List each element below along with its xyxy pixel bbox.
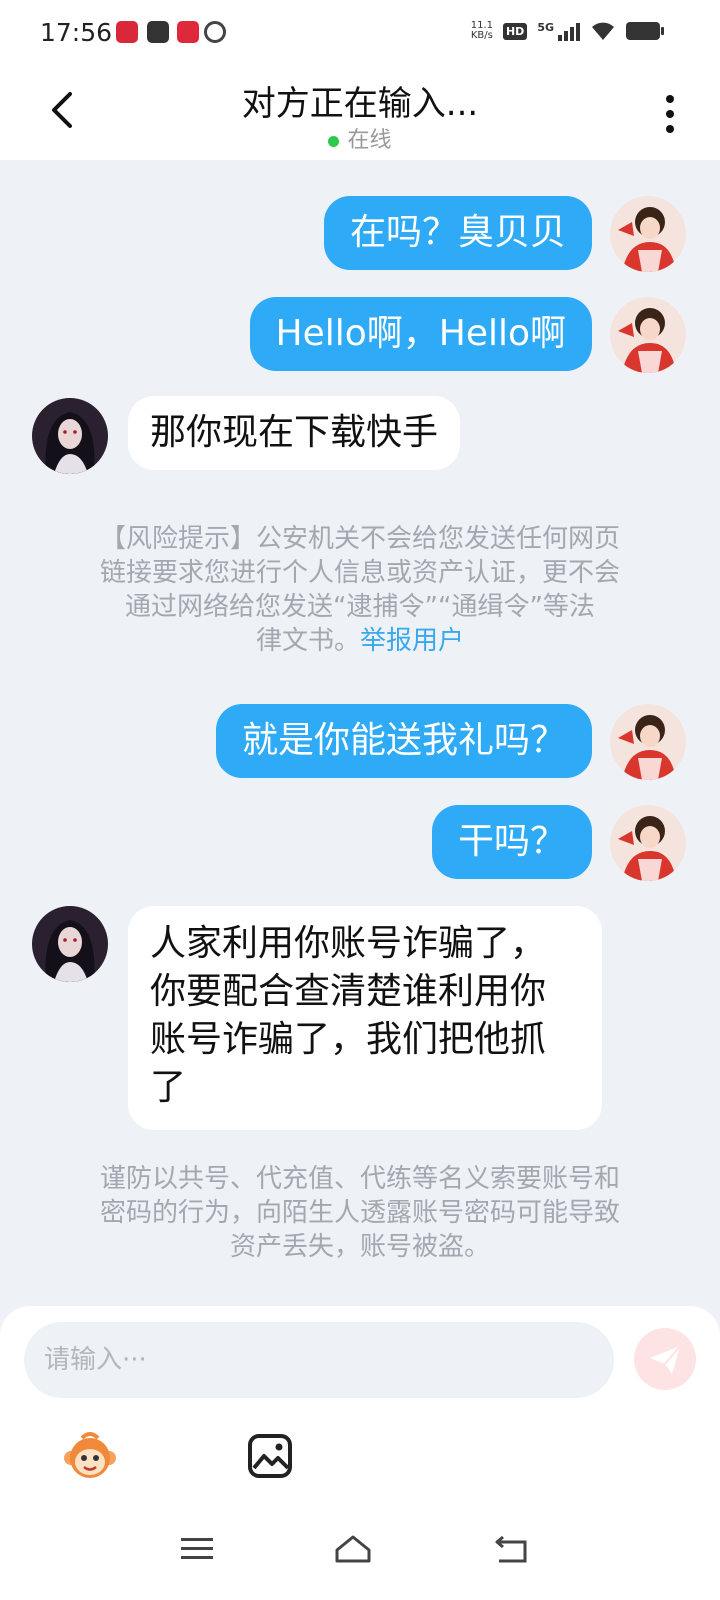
notification-app-icon <box>116 21 138 43</box>
back-nav-icon[interactable] <box>491 1532 531 1566</box>
my-avatar[interactable] <box>610 297 686 373</box>
network-speed: 11.1 KB/s <box>470 20 493 41</box>
account-safety-notice: 谨防以共号、代充值、代练等名义索要账号和 密码的行为，向陌生人透露账号密码可能导… <box>99 1164 620 1262</box>
message-input[interactable] <box>24 1322 614 1398</box>
notification-message-icon <box>147 21 169 43</box>
hd-badge: HD <box>502 22 528 40</box>
system-nav-bar <box>0 1506 720 1600</box>
picture-icon[interactable] <box>246 1432 294 1480</box>
contact-avatar[interactable] <box>32 906 108 982</box>
monkey-emoji-icon[interactable] <box>62 1428 118 1484</box>
system-indicators: 11.1 KB/s HD 5G <box>470 20 664 42</box>
message-bubble-incoming[interactable]: 人家利用你账号诈骗了， 你要配合查清楚谁利用你 账号诈骗了，我们把他抓 了 <box>128 906 602 1130</box>
send-button[interactable] <box>634 1328 696 1390</box>
my-avatar[interactable] <box>610 805 686 881</box>
my-avatar[interactable] <box>610 704 686 780</box>
more-options-icon[interactable] <box>664 94 676 134</box>
send-icon <box>650 1345 681 1374</box>
wifi-icon <box>592 22 614 40</box>
report-user-link[interactable]: 举报用户 <box>360 626 464 656</box>
status-bar: 17:56 11.1 KB/s HD 5G <box>0 0 720 64</box>
message-bubble-outgoing[interactable]: 就是你能送我礼吗？ <box>215 704 592 778</box>
message-bubble-outgoing[interactable]: 在吗？臭贝贝 <box>323 196 592 270</box>
message-bubble-outgoing[interactable]: Hello啊，Hello啊 <box>249 297 592 371</box>
my-avatar[interactable] <box>610 196 686 272</box>
contact-avatar[interactable] <box>32 398 108 474</box>
chat-title: 对方正在输入... <box>241 84 479 124</box>
chat-header: 对方正在输入... 在线 <box>0 64 720 160</box>
menu-nav-icon[interactable] <box>177 1532 217 1566</box>
online-dot-icon <box>328 135 340 147</box>
notification-play-icon <box>204 21 226 43</box>
home-nav-icon[interactable] <box>333 1532 373 1566</box>
online-status: 在线 <box>0 122 720 154</box>
clock: 17:56 <box>40 18 113 47</box>
notification-shopping-icon <box>177 21 199 43</box>
risk-warning-notice: 【风险提示】公安机关不会给您发送任何网页 链接要求您进行个人信息或资产认证，更不… <box>99 524 620 656</box>
composer-panel <box>0 1306 720 1600</box>
cellular-signal-icon: 5G <box>537 21 580 41</box>
message-bubble-incoming[interactable]: 那你现在下载快手 <box>128 396 461 470</box>
battery-icon <box>626 22 664 40</box>
message-bubble-outgoing[interactable]: 干吗？ <box>431 805 592 879</box>
